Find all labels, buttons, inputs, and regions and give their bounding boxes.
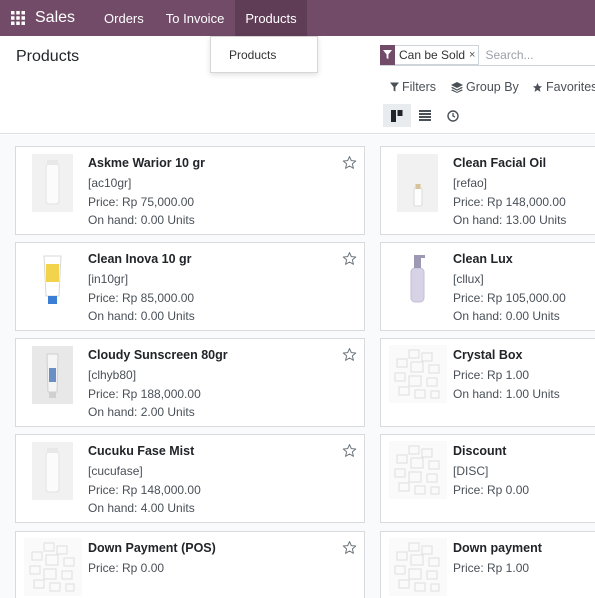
group-by-label: Group By xyxy=(466,80,519,94)
facet-remove-icon[interactable]: × xyxy=(469,49,478,61)
product-name: Clean Facial Oil xyxy=(453,156,547,170)
product-image xyxy=(397,250,438,308)
product-card[interactable]: Askme Warior 10 gr [ac10gr] Price: Rp 75,0… xyxy=(15,146,365,235)
star-icon xyxy=(532,82,543,92)
app-brand[interactable]: Sales xyxy=(35,9,75,27)
product-card[interactable]: Crystal Box Price: Rp 1.00 On hand: 1.00 U… xyxy=(380,338,595,427)
star-outline-icon xyxy=(342,156,357,169)
product-image xyxy=(389,441,447,499)
product-name: Down Payment (POS) xyxy=(88,541,216,555)
star-outline-icon xyxy=(342,252,357,265)
product-onhand: On hand: 0.00 Units xyxy=(88,213,195,227)
product-image xyxy=(32,442,73,500)
product-name: Askme Warior 10 gr xyxy=(88,156,205,170)
star-outline-icon xyxy=(342,541,357,554)
product-card[interactable]: Discount [DISC] Price: Rp 0.00 xyxy=(380,434,595,523)
favorites-button[interactable]: Favorites xyxy=(532,80,595,94)
product-onhand: On hand: 0.00 Units xyxy=(88,309,195,323)
favorite-star-button[interactable] xyxy=(342,443,357,463)
product-name: Cucuku Fase Mist xyxy=(88,444,195,458)
product-price: Price: Rp 148,000.00 xyxy=(453,194,566,209)
layers-icon xyxy=(451,81,463,93)
product-image xyxy=(389,345,447,403)
product-price: Price: Rp 1.00 xyxy=(453,561,530,575)
product-name: Cloudy Sunscreen 80gr xyxy=(88,348,228,362)
activity-view-button[interactable] xyxy=(439,104,467,127)
product-onhand: On hand: 4.00 Units xyxy=(88,501,195,515)
product-card[interactable]: Down payment Price: Rp 1.00 xyxy=(380,531,595,598)
product-onhand: On hand: 0.00 Units xyxy=(453,309,560,323)
product-onhand: On hand: 1.00 Units xyxy=(453,386,560,401)
product-price: Price: Rp 75,000.00 xyxy=(88,194,195,209)
product-image xyxy=(389,538,447,596)
group-by-button[interactable]: Group By xyxy=(451,80,519,94)
product-ref: [cllux] xyxy=(453,272,484,286)
product-image xyxy=(32,346,73,404)
product-image xyxy=(24,538,82,596)
product-ref: [refao] xyxy=(453,176,488,190)
search-bar: Can be Sold × xyxy=(380,44,595,66)
menu-products[interactable]: Products xyxy=(235,0,307,36)
product-price: Price: Rp 0.00 xyxy=(88,561,165,575)
product-name: Down payment xyxy=(453,541,542,555)
product-ref: [clhyb80] xyxy=(88,368,137,382)
product-price: Price: Rp 85,000.00 xyxy=(88,290,195,305)
favorite-star-button[interactable] xyxy=(342,155,357,175)
product-image xyxy=(32,154,73,212)
product-ref: [DISC] xyxy=(453,464,489,478)
product-name: Discount xyxy=(453,444,507,458)
product-card[interactable]: Clean Facial Oil [refao] Price: Rp 148,000… xyxy=(380,146,595,235)
kanban-view-button[interactable] xyxy=(383,104,411,127)
product-image xyxy=(397,154,438,212)
top-navbar: Sales Orders To Invoice Products xyxy=(0,0,595,36)
product-price: Price: Rp 188,000.00 xyxy=(88,386,201,401)
favorite-star-button[interactable] xyxy=(342,347,357,367)
view-switcher xyxy=(383,104,467,127)
filters-label: Filters xyxy=(402,80,437,94)
kanban-view: Askme Warior 10 gr [ac10gr] Price: Rp 75,0… xyxy=(0,135,595,598)
product-card[interactable]: Clean Lux [cllux] Price: Rp 105,000.00 On h… xyxy=(380,242,595,331)
search-input[interactable] xyxy=(485,47,586,62)
favorite-star-button[interactable] xyxy=(342,251,357,271)
filter-icon xyxy=(380,44,395,65)
product-card[interactable]: Clean Inova 10 gr [in10gr] Price: Rp 85,00… xyxy=(15,242,365,331)
favorite-star-button[interactable] xyxy=(342,540,357,560)
product-name: Clean Lux xyxy=(453,252,513,266)
product-card[interactable]: Cucuku Fase Mist [cucufase] Price: Rp 148,… xyxy=(15,434,365,523)
filters-button[interactable]: Filters xyxy=(390,80,436,94)
product-price: Price: Rp 1.00 xyxy=(453,368,530,382)
list-icon xyxy=(419,110,431,121)
list-view-button[interactable] xyxy=(411,104,439,127)
grid-icon xyxy=(11,11,25,25)
search-facet: Can be Sold × xyxy=(380,44,480,65)
product-name: Clean Inova 10 gr xyxy=(88,252,192,266)
product-ref: [ac10gr] xyxy=(88,176,132,190)
product-price: Price: Rp 105,000.00 xyxy=(453,290,566,305)
clock-icon xyxy=(447,109,459,122)
app-menu-button[interactable] xyxy=(0,0,36,36)
menu-orders[interactable]: Orders xyxy=(93,0,155,36)
product-onhand: On hand: 2.00 Units xyxy=(88,405,195,419)
kanban-icon xyxy=(391,109,403,122)
product-price: Price: Rp 0.00 xyxy=(453,482,530,497)
product-ref: [cucufase] xyxy=(88,464,143,478)
star-outline-icon xyxy=(342,444,357,457)
product-price: Price: Rp 148,000.00 xyxy=(88,482,201,497)
page-title: Products xyxy=(16,48,80,65)
facet-label: Can be Sold xyxy=(399,47,466,62)
favorites-label: Favorites xyxy=(546,80,595,94)
products-dropdown: Products xyxy=(210,36,318,73)
filter-icon xyxy=(390,82,399,92)
product-ref: [in10gr] xyxy=(88,272,129,286)
product-image xyxy=(32,250,73,308)
menu-to-invoice[interactable]: To Invoice xyxy=(155,0,236,36)
star-outline-icon xyxy=(342,348,357,361)
product-card[interactable]: Cloudy Sunscreen 80gr [clhyb80] Price: Rp … xyxy=(15,338,365,427)
product-onhand: On hand: 13.00 Units xyxy=(453,213,567,227)
product-name: Crystal Box xyxy=(453,348,523,362)
dropdown-item-products[interactable]: Products xyxy=(211,48,276,62)
product-card[interactable]: Down Payment (POS) Price: Rp 0.00 xyxy=(15,531,365,598)
